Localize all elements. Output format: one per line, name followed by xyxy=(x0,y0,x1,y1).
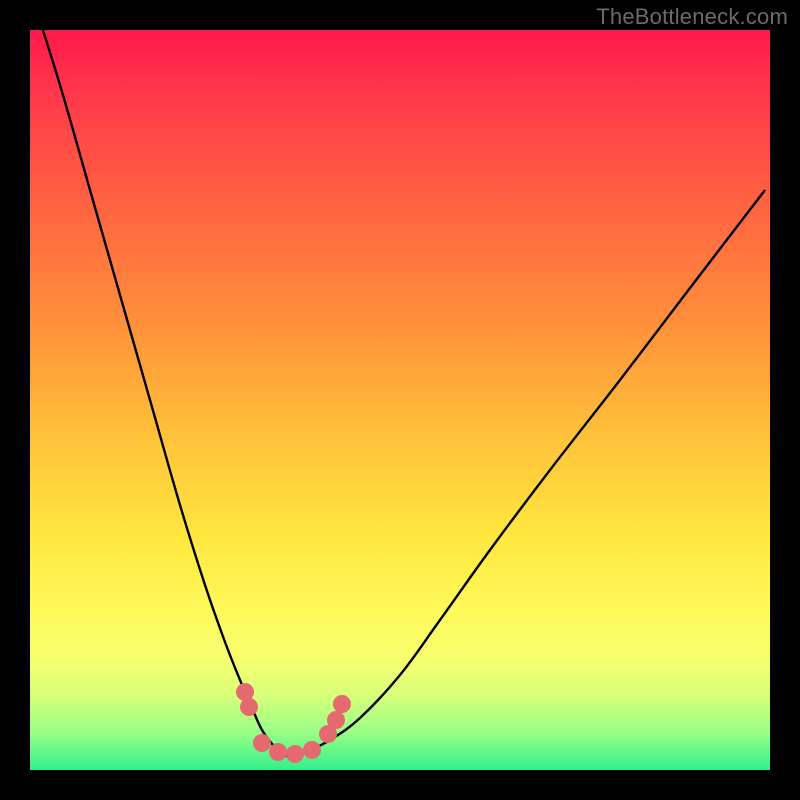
marker-group xyxy=(236,683,351,763)
pt-bottom-4 xyxy=(303,741,321,759)
curve-layer xyxy=(30,30,770,770)
pt-bottom-2 xyxy=(269,743,287,761)
pt-bottom-1 xyxy=(253,734,271,752)
pt-right-mid xyxy=(327,711,345,729)
pt-left-lower xyxy=(240,698,258,716)
pt-right-upper xyxy=(333,695,351,713)
plot-area xyxy=(30,30,770,770)
chart-frame: TheBottleneck.com xyxy=(0,0,800,800)
watermark-text: TheBottleneck.com xyxy=(596,4,788,30)
bottleneck-curve xyxy=(30,30,765,756)
pt-bottom-3 xyxy=(286,745,304,763)
